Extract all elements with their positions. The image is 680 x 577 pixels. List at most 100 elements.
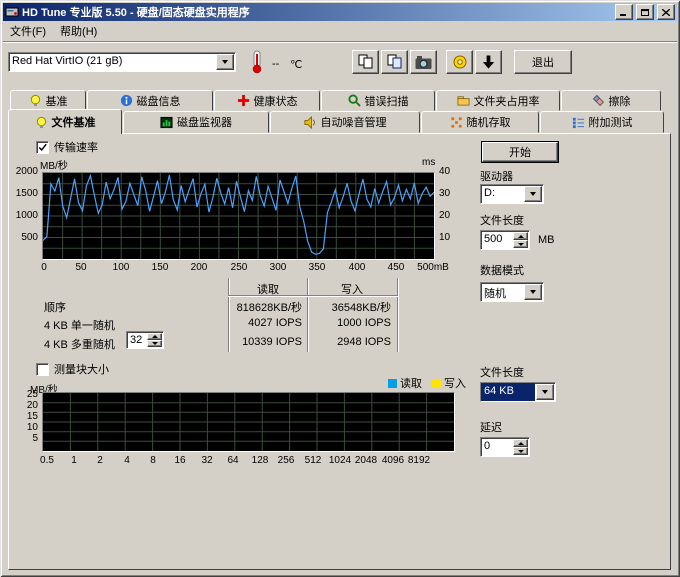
- file-length2-value: 64 KB: [481, 383, 535, 401]
- tab-erase[interactable]: 擦除: [561, 90, 661, 111]
- tab-random-access[interactable]: 随机存取: [421, 111, 539, 133]
- data-mode-arrow[interactable]: [524, 284, 542, 300]
- queue-depth-down-button[interactable]: [147, 340, 162, 347]
- chart2-ytick: 5: [6, 433, 38, 444]
- arrow-up-icon: [152, 335, 158, 338]
- tab-file-benchmark[interactable]: 文件基准: [8, 109, 122, 134]
- delay-spinner[interactable]: 0: [480, 437, 530, 457]
- delay-up-button[interactable]: [513, 439, 528, 447]
- chart2-xtick: 2048: [355, 455, 377, 466]
- transfer-chart-svg: [43, 173, 434, 259]
- chevron-down-icon: [530, 192, 536, 196]
- chart2-xtick: 1024: [329, 455, 351, 466]
- chart1-xtick: 250: [231, 262, 248, 273]
- legend-write-label: 写入: [444, 375, 466, 391]
- start-button[interactable]: 开始: [482, 142, 558, 162]
- block-chart-svg: [43, 393, 454, 451]
- copy-file-button[interactable]: [381, 50, 408, 74]
- drive-label: 驱动器: [480, 168, 513, 184]
- save-button[interactable]: [475, 50, 502, 74]
- read-column-header: 读取: [230, 281, 306, 297]
- tab-disk-info[interactable]: 磁盘信息: [87, 90, 213, 111]
- chart2-xtick: 4: [124, 455, 130, 466]
- delay-down-button[interactable]: [513, 447, 528, 455]
- transfer-rate-checkbox[interactable]: [36, 141, 49, 154]
- chart1-ytick-right: 40: [439, 166, 450, 177]
- file-length-up-button[interactable]: [513, 232, 528, 240]
- tab-folder-usage[interactable]: 文件夹占用率: [436, 90, 560, 111]
- chart2-xtick: 512: [305, 455, 322, 466]
- chart1-ytick-right: 20: [439, 210, 450, 221]
- exit-button[interactable]: 退出: [514, 50, 572, 74]
- chart2-xtick: 128: [252, 455, 269, 466]
- drive-combo-arrow[interactable]: [216, 54, 234, 70]
- tab-label: 文件夹占用率: [474, 93, 540, 109]
- chart2-xtick: 2: [97, 455, 103, 466]
- minimize-icon: [620, 9, 628, 16]
- chart1-xtick: 500mB: [417, 262, 449, 273]
- tab-label: 擦除: [609, 93, 631, 109]
- file-length2-select[interactable]: 64 KB: [480, 382, 556, 402]
- options-button[interactable]: [446, 50, 473, 74]
- tab-disk-monitor[interactable]: 磁盘监视器: [123, 111, 269, 133]
- copy-button[interactable]: [352, 50, 379, 74]
- random-access-dots-icon: [450, 116, 463, 129]
- queue-depth-value: 32: [127, 332, 146, 348]
- drive-combo[interactable]: Red Hat VirtIO (21 gB): [8, 52, 236, 72]
- file-length-label: 文件长度: [480, 212, 524, 228]
- drive-select[interactable]: D:: [480, 184, 544, 204]
- tab-aam[interactable]: 自动噪音管理: [270, 111, 420, 133]
- queue-depth-spinner[interactable]: 32: [126, 331, 164, 349]
- queue-depth-up-button[interactable]: [147, 333, 162, 340]
- menu-file[interactable]: 文件(F): [3, 21, 53, 41]
- data-mode-value: 随机: [481, 283, 523, 301]
- separator: [3, 41, 677, 43]
- drive-select-value: D:: [481, 185, 523, 203]
- chart1-xtick: 100: [113, 262, 130, 273]
- screenshot-button[interactable]: [410, 50, 437, 74]
- block-size-checkbox[interactable]: [36, 363, 49, 376]
- chevron-down-icon: [542, 390, 548, 394]
- file-length2-arrow[interactable]: [536, 384, 554, 400]
- data-mode-select[interactable]: 随机: [480, 282, 544, 302]
- transfer-rate-label: 传输速率: [54, 139, 98, 155]
- app-window: HD Tune 专业版 5.50 - 硬盘/固态硬盘实用程序 文件(F) 帮助(…: [0, 0, 680, 577]
- menu-help[interactable]: 帮助(H): [53, 21, 104, 41]
- tab-benchmark[interactable]: 基准: [10, 90, 86, 111]
- row-sequential-label: 顺序: [44, 299, 66, 315]
- start-button-label: 开始: [509, 144, 531, 160]
- legend-write: 写入: [432, 375, 466, 391]
- chart2-xtick: 0.5: [40, 455, 54, 466]
- copy-icon: [358, 54, 374, 70]
- temperature-value: --: [272, 58, 279, 70]
- minimize-button[interactable]: [615, 4, 633, 20]
- maximize-button[interactable]: [636, 4, 654, 20]
- tab-label: 错误扫描: [365, 93, 409, 109]
- chart2-xtick: 4096: [382, 455, 404, 466]
- arrow-up-icon: [518, 442, 524, 445]
- tab-error-scan[interactable]: 错误扫描: [321, 90, 435, 111]
- file-benchmark-icon: [35, 116, 48, 129]
- app-icon: [5, 5, 19, 19]
- tab-extra-tests[interactable]: 附加测试: [540, 111, 664, 133]
- drive-select-arrow[interactable]: [524, 186, 542, 202]
- tab-label: 文件基准: [52, 114, 96, 130]
- file-length-spinner[interactable]: 500: [480, 230, 530, 250]
- legend-swatch-1: [432, 379, 441, 388]
- chart1-ytick-right: 10: [439, 232, 450, 243]
- window-title: HD Tune 专业版 5.50 - 硬盘/固态硬盘实用程序: [22, 4, 612, 20]
- chevron-down-icon: [222, 60, 228, 64]
- extra-tests-list-icon: [572, 116, 585, 129]
- file-length2-label: 文件长度: [480, 364, 524, 380]
- tab-label: 基准: [46, 93, 68, 109]
- eraser-icon: [592, 94, 605, 107]
- arrow-down-icon: [518, 450, 524, 453]
- thermometer-icon[interactable]: [250, 50, 264, 74]
- 4k-single-read-value: 4027 IOPS: [230, 317, 302, 329]
- tab-health[interactable]: 健康状态: [214, 90, 320, 111]
- close-button[interactable]: [657, 4, 675, 20]
- chart2-ytick: 10: [6, 422, 38, 433]
- delay-value: 0: [481, 438, 512, 456]
- file-length-down-button[interactable]: [513, 240, 528, 248]
- 4k-multi-write-value: 2948 IOPS: [309, 336, 391, 348]
